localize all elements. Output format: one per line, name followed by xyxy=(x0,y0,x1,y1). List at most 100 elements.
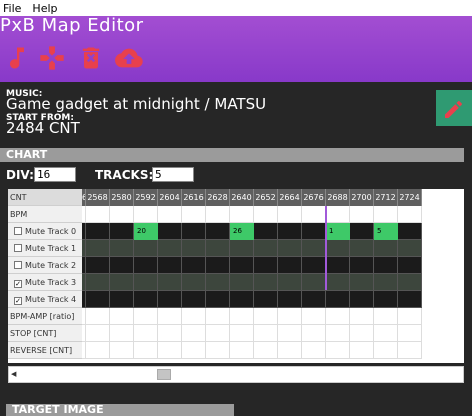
grid-cell[interactable] xyxy=(134,325,158,342)
grid-cell[interactable] xyxy=(302,206,326,223)
grid-cell[interactable] xyxy=(206,257,230,274)
grid-cell[interactable] xyxy=(374,308,398,325)
menu-help[interactable]: Help xyxy=(32,2,57,15)
grid-cell[interactable] xyxy=(254,206,278,223)
grid-cell[interactable] xyxy=(134,257,158,274)
grid-cell[interactable] xyxy=(134,274,158,291)
grid-cell[interactable] xyxy=(86,291,110,308)
grid-cell[interactable] xyxy=(110,291,134,308)
grid-cell[interactable] xyxy=(350,240,374,257)
grid-cell[interactable] xyxy=(326,240,350,257)
grid-cell[interactable] xyxy=(302,308,326,325)
grid-cell[interactable] xyxy=(350,342,374,359)
grid-cell[interactable] xyxy=(326,325,350,342)
grid-cell[interactable] xyxy=(158,206,182,223)
grid-cell[interactable] xyxy=(86,206,110,223)
mute-checkbox[interactable] xyxy=(14,244,22,252)
grid-cell[interactable] xyxy=(110,257,134,274)
grid-cell[interactable] xyxy=(398,342,422,359)
scroll-left-icon[interactable]: ◀ xyxy=(11,370,16,378)
grid-cell[interactable] xyxy=(278,308,302,325)
div-input[interactable]: 16 xyxy=(34,167,76,182)
grid-cell[interactable] xyxy=(374,206,398,223)
grid-cell[interactable] xyxy=(110,325,134,342)
gamepad-button[interactable] xyxy=(38,44,66,72)
grid-cell[interactable] xyxy=(278,342,302,359)
grid-cell[interactable] xyxy=(302,342,326,359)
grid-cell[interactable] xyxy=(254,240,278,257)
grid-cell[interactable] xyxy=(326,257,350,274)
grid-cell[interactable] xyxy=(350,223,374,240)
grid-cell[interactable] xyxy=(206,291,230,308)
grid-cell[interactable] xyxy=(206,206,230,223)
grid-cell[interactable] xyxy=(158,240,182,257)
scroll-thumb[interactable] xyxy=(157,369,171,380)
grid-cell[interactable] xyxy=(86,274,110,291)
grid-cell[interactable] xyxy=(206,274,230,291)
grid-cell[interactable] xyxy=(134,291,158,308)
grid-cell[interactable] xyxy=(182,257,206,274)
grid-cell[interactable] xyxy=(86,240,110,257)
grid-cell[interactable] xyxy=(302,240,326,257)
grid-cell[interactable] xyxy=(230,274,254,291)
grid-cell[interactable] xyxy=(182,342,206,359)
grid-cell[interactable] xyxy=(278,206,302,223)
mute-checkbox[interactable] xyxy=(14,261,22,269)
grid-cell[interactable] xyxy=(230,291,254,308)
grid-cell[interactable] xyxy=(158,325,182,342)
grid-cell[interactable] xyxy=(110,342,134,359)
grid-cell[interactable] xyxy=(398,240,422,257)
grid-cell[interactable] xyxy=(374,325,398,342)
mute-checkbox[interactable]: ✓ xyxy=(14,297,22,305)
grid-cell[interactable] xyxy=(182,206,206,223)
grid-cell[interactable] xyxy=(302,257,326,274)
grid-cell[interactable] xyxy=(158,308,182,325)
note-cell[interactable]: 5 xyxy=(374,223,398,240)
grid-cell[interactable] xyxy=(374,240,398,257)
grid-cell[interactable] xyxy=(278,325,302,342)
grid-cell[interactable] xyxy=(254,342,278,359)
grid-cell[interactable] xyxy=(182,308,206,325)
grid-cell[interactable] xyxy=(254,325,278,342)
grid-cell[interactable] xyxy=(230,206,254,223)
grid-cell[interactable] xyxy=(350,274,374,291)
grid-cell[interactable] xyxy=(302,291,326,308)
grid-cell[interactable] xyxy=(350,291,374,308)
grid-cell[interactable] xyxy=(230,308,254,325)
grid-cell[interactable] xyxy=(374,291,398,308)
grid-cell[interactable] xyxy=(326,274,350,291)
note-cell[interactable]: 20 xyxy=(134,223,158,240)
grid-cell[interactable] xyxy=(398,223,422,240)
grid-cell[interactable] xyxy=(374,257,398,274)
grid-cell[interactable] xyxy=(254,257,278,274)
grid-cell[interactable] xyxy=(158,342,182,359)
upload-button[interactable] xyxy=(115,44,143,72)
grid-cell[interactable] xyxy=(278,274,302,291)
grid-cell[interactable] xyxy=(110,223,134,240)
grid-cell[interactable] xyxy=(134,308,158,325)
grid-cell[interactable] xyxy=(302,274,326,291)
mute-checkbox[interactable] xyxy=(14,227,22,235)
grid-cell[interactable] xyxy=(230,257,254,274)
grid-cell[interactable] xyxy=(182,325,206,342)
grid-cell[interactable] xyxy=(326,308,350,325)
grid-cell[interactable] xyxy=(134,206,158,223)
grid-cell[interactable] xyxy=(134,342,158,359)
grid-cell[interactable] xyxy=(398,206,422,223)
music-button[interactable] xyxy=(3,44,31,72)
grid-cell[interactable] xyxy=(278,240,302,257)
mute-checkbox[interactable]: ✓ xyxy=(14,280,22,288)
grid-cell[interactable] xyxy=(254,223,278,240)
grid-cell[interactable] xyxy=(110,308,134,325)
grid-cell[interactable] xyxy=(326,291,350,308)
grid-cell[interactable] xyxy=(134,240,158,257)
grid-cell[interactable] xyxy=(158,257,182,274)
chart-grid[interactable]: CNT BPM Mute Track 0 Mute Track 1 Mute Track… xyxy=(8,189,464,363)
grid-cell[interactable] xyxy=(326,342,350,359)
grid-cell[interactable] xyxy=(158,291,182,308)
grid-cell[interactable] xyxy=(86,308,110,325)
grid-cell[interactable] xyxy=(350,257,374,274)
grid-cell[interactable] xyxy=(110,206,134,223)
grid-cell[interactable] xyxy=(398,325,422,342)
grid-cell[interactable] xyxy=(206,308,230,325)
